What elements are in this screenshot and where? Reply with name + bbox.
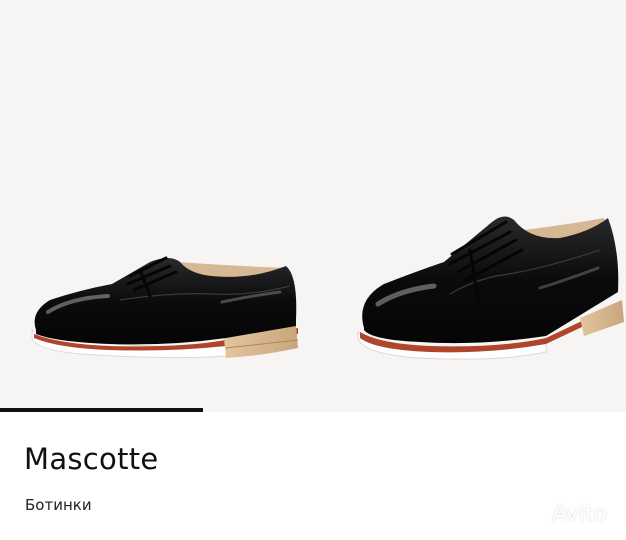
product-category: Ботинки [25, 496, 92, 514]
shoe-image [31, 216, 624, 360]
right-shoe [357, 216, 624, 360]
left-shoe [31, 256, 299, 359]
brand-name: Mascotte [24, 442, 159, 476]
product-photo[interactable]: Avito [0, 0, 626, 527]
watermark-text: Avito [552, 501, 607, 527]
gallery-progress-bar [0, 408, 626, 412]
avito-logo-icon [519, 499, 549, 529]
avito-watermark: Avito [519, 498, 607, 530]
gallery-progress-fill [0, 408, 204, 412]
